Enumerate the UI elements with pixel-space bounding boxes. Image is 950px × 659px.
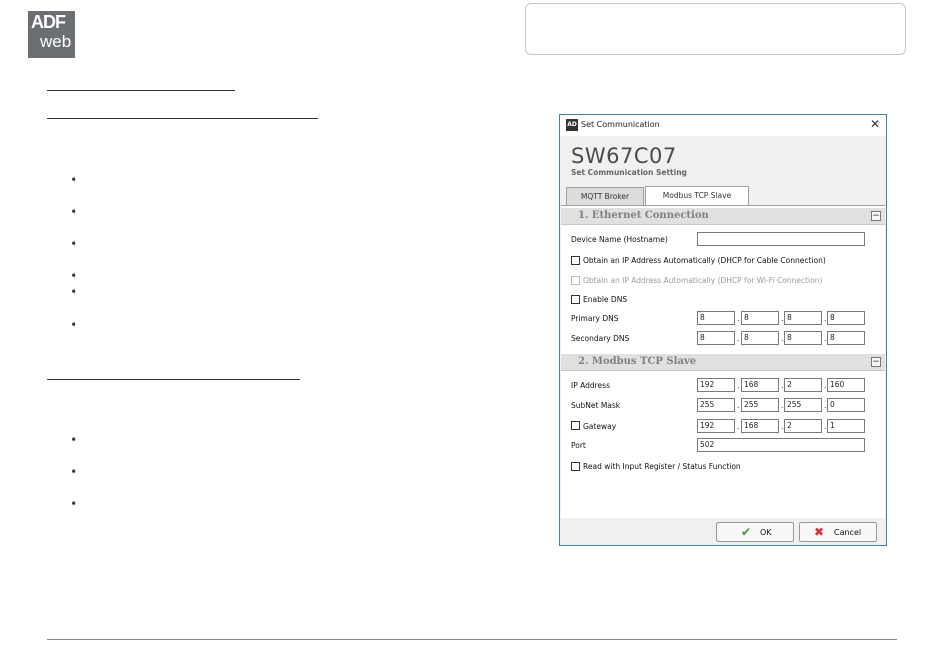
dialog-footer: ✔ OK ✖ Cancel xyxy=(561,518,885,545)
ip-octet-4[interactable]: 160 xyxy=(827,378,865,392)
gateway-octet-1[interactable]: 192 xyxy=(697,419,735,433)
gateway-octet-2[interactable]: 168 xyxy=(741,419,779,433)
ip-address-label: IP Address xyxy=(571,381,610,390)
gateway-checkbox[interactable] xyxy=(571,421,580,430)
section-modbus-tcp-slave[interactable]: 2. Modbus TCP Slave − xyxy=(561,354,885,371)
device-code: SW67C07 xyxy=(571,144,677,168)
subnet-mask-label: SubNet Mask xyxy=(571,401,621,410)
ok-button[interactable]: ✔ OK xyxy=(716,522,794,542)
tab-content: 1. Ethernet Connection − Device Name (Ho… xyxy=(561,205,885,518)
primary-dns-octet-3[interactable]: 8 xyxy=(784,311,822,325)
app-icon: AD xyxy=(566,119,578,131)
bullet-icon: ➧ xyxy=(70,175,78,185)
bullet-icon: ➧ xyxy=(70,467,78,477)
bullet-icon: ➧ xyxy=(70,435,78,445)
ok-label: OK xyxy=(760,528,772,537)
dhcp-wifi-label: Obtain an IP Address Automatically (DHCP… xyxy=(583,276,823,285)
heading-underline-2 xyxy=(47,118,318,119)
secondary-dns-octet-2[interactable]: 8 xyxy=(741,331,779,345)
primary-dns-octet-1[interactable]: 8 xyxy=(697,311,735,325)
subnet-octet-1[interactable]: 255 xyxy=(697,398,735,412)
dialog-title: Set Communication xyxy=(581,120,660,129)
close-icon[interactable]: ✕ xyxy=(870,118,880,131)
secondary-dns-octet-4[interactable]: 8 xyxy=(827,331,865,345)
adfweb-logo: ADF web xyxy=(28,11,75,58)
ip-octet-3[interactable]: 2 xyxy=(784,378,822,392)
secondary-dns-octet-3[interactable]: 8 xyxy=(784,331,822,345)
logo-text-adf: ADF xyxy=(31,12,66,32)
dialog-titlebar: AD Set Communication ✕ xyxy=(560,115,886,136)
collapse-icon[interactable]: − xyxy=(871,211,881,221)
subnet-octet-2[interactable]: 255 xyxy=(741,398,779,412)
ip-octet-1[interactable]: 192 xyxy=(697,378,735,392)
secondary-dns-label: Secondary DNS xyxy=(571,334,630,343)
section-title: 2. Modbus TCP Slave xyxy=(578,356,697,367)
port-label: Port xyxy=(571,441,586,450)
heading-underline-3 xyxy=(47,379,300,380)
cancel-button[interactable]: ✖ Cancel xyxy=(799,522,877,542)
subnet-octet-3[interactable]: 255 xyxy=(784,398,822,412)
read-input-register-label: Read with Input Register / Status Functi… xyxy=(583,462,741,471)
tab-mqtt-broker[interactable]: MQTT Broker xyxy=(566,187,644,205)
heading-underline-1 xyxy=(47,90,235,91)
cancel-label: Cancel xyxy=(834,528,862,537)
section-ethernet-connection[interactable]: 1. Ethernet Connection − xyxy=(561,208,885,225)
collapse-icon[interactable]: − xyxy=(871,357,881,367)
dhcp-cable-checkbox[interactable] xyxy=(571,256,580,265)
read-input-register-checkbox[interactable] xyxy=(571,462,580,471)
logo-text-web: web xyxy=(40,32,72,51)
dhcp-wifi-checkbox[interactable] xyxy=(571,276,580,285)
primary-dns-octet-4[interactable]: 8 xyxy=(827,311,865,325)
header-box xyxy=(525,3,906,55)
dhcp-cable-label: Obtain an IP Address Automatically (DHCP… xyxy=(583,256,826,265)
enable-dns-label: Enable DNS xyxy=(583,295,628,304)
bullet-icon: ➧ xyxy=(70,287,78,297)
gateway-octet-3[interactable]: 2 xyxy=(784,419,822,433)
footer-rule xyxy=(47,639,897,640)
check-icon: ✔ xyxy=(741,525,752,539)
subnet-octet-4[interactable]: 0 xyxy=(827,398,865,412)
device-name-label: Device Name (Hostname) xyxy=(571,235,668,244)
bullet-icon: ➧ xyxy=(70,271,78,281)
primary-dns-label: Primary DNS xyxy=(571,314,619,323)
bullet-icon: ➧ xyxy=(70,207,78,217)
port-input[interactable]: 502 xyxy=(697,438,865,452)
gateway-label: Gateway xyxy=(583,422,617,431)
set-communication-dialog: AD Set Communication ✕ SW67C07 Set Commu… xyxy=(559,114,887,546)
device-name-input[interactable] xyxy=(697,232,865,246)
bullet-icon: ➧ xyxy=(70,499,78,509)
secondary-dns-octet-1[interactable]: 8 xyxy=(697,331,735,345)
ip-octet-2[interactable]: 168 xyxy=(741,378,779,392)
tab-modbus-tcp-slave[interactable]: Modbus TCP Slave xyxy=(645,186,749,205)
gateway-octet-4[interactable]: 1 xyxy=(827,419,865,433)
dialog-subtitle: Set Communication Setting xyxy=(571,168,687,177)
x-icon: ✖ xyxy=(814,525,825,539)
primary-dns-octet-2[interactable]: 8 xyxy=(741,311,779,325)
bullet-icon: ➧ xyxy=(70,320,78,330)
section-title: 1. Ethernet Connection xyxy=(578,210,709,221)
enable-dns-checkbox[interactable] xyxy=(571,295,580,304)
bullet-icon: ➧ xyxy=(70,239,78,249)
